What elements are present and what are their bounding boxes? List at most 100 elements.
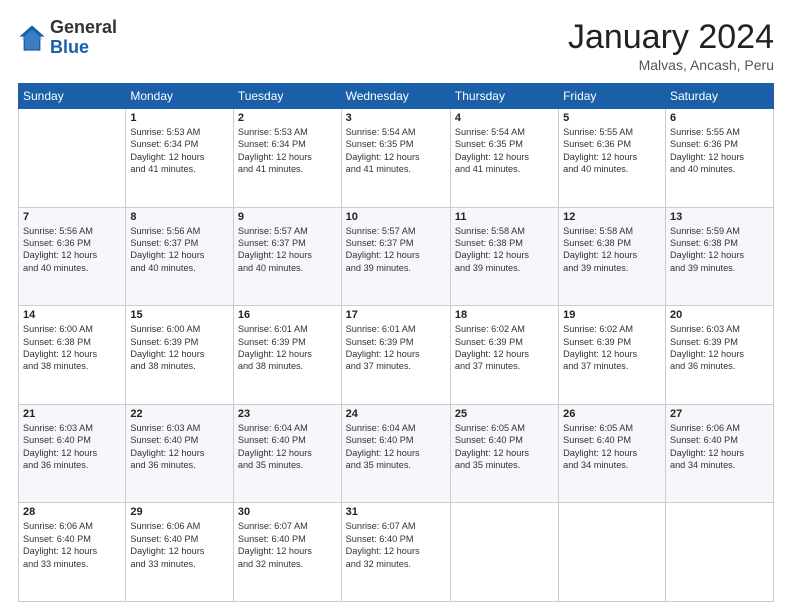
day-number: 23 [238, 408, 337, 420]
calendar-cell: 17Sunrise: 6:01 AMSunset: 6:39 PMDayligh… [341, 306, 450, 405]
day-number: 18 [455, 309, 554, 321]
logo: General Blue [18, 18, 117, 58]
day-info: Sunrise: 5:53 AMSunset: 6:34 PMDaylight:… [130, 126, 229, 176]
day-number: 5 [563, 112, 661, 124]
day-number: 12 [563, 211, 661, 223]
calendar-cell: 1 Sunrise: 5:53 AMSunset: 6:34 PMDaylight… [126, 109, 234, 208]
calendar-week-row: 7 Sunrise: 5:56 AMSunset: 6:36 PMDaylight… [19, 207, 774, 306]
col-tuesday: Tuesday [233, 84, 341, 109]
day-number: 6 [670, 112, 769, 124]
calendar-cell: 30 Sunrise: 6:07 AMSunset: 6:40 PMDayligh… [233, 503, 341, 602]
calendar-cell: 28Sunrise: 6:06 AMSunset: 6:40 PMDayligh… [19, 503, 126, 602]
day-info: Sunrise: 5:57 AMSunset: 6:37 PMDaylight:… [238, 225, 337, 275]
calendar-cell: 19 Sunrise: 6:02 AMSunset: 6:39 PMDayligh… [559, 306, 666, 405]
calendar-cell: 5 Sunrise: 5:55 AMSunset: 6:36 PMDaylight… [559, 109, 666, 208]
day-info: Sunrise: 6:00 AMSunset: 6:38 PMDaylight:… [23, 323, 121, 373]
day-number: 27 [670, 408, 769, 420]
day-info: Sunrise: 6:06 AMSunset: 6:40 PMDaylight:… [130, 520, 229, 570]
col-saturday: Saturday [665, 84, 773, 109]
calendar-cell: 31 Sunrise: 6:07 AMSunset: 6:40 PMDayligh… [341, 503, 450, 602]
calendar-cell [450, 503, 558, 602]
calendar-cell: 16 Sunrise: 6:01 AMSunset: 6:39 PMDayligh… [233, 306, 341, 405]
calendar-cell: 11Sunrise: 5:58 AMSunset: 6:38 PMDayligh… [450, 207, 558, 306]
header: General Blue January 2024 Malvas, Ancash… [18, 18, 774, 73]
day-info: Sunrise: 5:58 AMSunset: 6:38 PMDaylight:… [563, 225, 661, 275]
day-number: 1 [130, 112, 229, 124]
day-number: 31 [346, 506, 446, 518]
calendar-cell: 26Sunrise: 6:05 AMSunset: 6:40 PMDayligh… [559, 404, 666, 503]
day-info: Sunrise: 6:03 AMSunset: 6:40 PMDaylight:… [130, 422, 229, 472]
day-info: Sunrise: 6:01 AMSunset: 6:39 PMDaylight:… [346, 323, 446, 373]
day-number: 8 [130, 211, 229, 223]
day-info: Sunrise: 6:06 AMSunset: 6:40 PMDaylight:… [670, 422, 769, 472]
day-number: 7 [23, 211, 121, 223]
calendar-cell: 20 Sunrise: 6:03 AMSunset: 6:39 PMDayligh… [665, 306, 773, 405]
calendar-week-row: 1 Sunrise: 5:53 AMSunset: 6:34 PMDaylight… [19, 109, 774, 208]
day-number: 14 [23, 309, 121, 321]
day-info: Sunrise: 6:02 AMSunset: 6:39 PMDaylight:… [563, 323, 661, 373]
day-info: Sunrise: 6:04 AMSunset: 6:40 PMDaylight:… [238, 422, 337, 472]
day-info: Sunrise: 5:57 AMSunset: 6:37 PMDaylight:… [346, 225, 446, 275]
day-number: 30 [238, 506, 337, 518]
calendar-cell: 13 Sunrise: 5:59 AMSunset: 6:38 PMDayligh… [665, 207, 773, 306]
calendar-cell: 8Sunrise: 5:56 AMSunset: 6:37 PMDaylight… [126, 207, 234, 306]
day-number: 26 [563, 408, 661, 420]
logo-icon [18, 24, 46, 52]
calendar-cell [559, 503, 666, 602]
day-info: Sunrise: 6:05 AMSunset: 6:40 PMDaylight:… [455, 422, 554, 472]
calendar-week-row: 14 Sunrise: 6:00 AMSunset: 6:38 PMDayligh… [19, 306, 774, 405]
calendar-cell: 4 Sunrise: 5:54 AMSunset: 6:35 PMDaylight… [450, 109, 558, 208]
day-number: 22 [130, 408, 229, 420]
col-wednesday: Wednesday [341, 84, 450, 109]
calendar-cell: 21 Sunrise: 6:03 AMSunset: 6:40 PMDayligh… [19, 404, 126, 503]
day-info: Sunrise: 5:53 AMSunset: 6:34 PMDaylight:… [238, 126, 337, 176]
calendar-header-row: Sunday Monday Tuesday Wednesday Thursday… [19, 84, 774, 109]
day-info: Sunrise: 6:03 AMSunset: 6:39 PMDaylight:… [670, 323, 769, 373]
day-info: Sunrise: 5:54 AMSunset: 6:35 PMDaylight:… [346, 126, 446, 176]
day-info: Sunrise: 6:02 AMSunset: 6:39 PMDaylight:… [455, 323, 554, 373]
calendar-cell: 7 Sunrise: 5:56 AMSunset: 6:36 PMDaylight… [19, 207, 126, 306]
day-number: 21 [23, 408, 121, 420]
day-number: 9 [238, 211, 337, 223]
calendar-week-row: 28 Sunrise: 6:06 AMSunset: 6:40 PMDayligh… [19, 503, 774, 602]
day-info: Sunrise: 5:59 AMSunset: 6:38 PMDaylight:… [670, 225, 769, 275]
calendar-cell: 10Sunrise: 5:57 AMSunset: 6:37 PMDayligh… [341, 207, 450, 306]
calendar-cell: 3 Sunrise: 5:54 AMSunset: 6:35 PMDaylight… [341, 109, 450, 208]
day-info: Sunrise: 6:04 AMSunset: 6:40 PMDaylight:… [346, 422, 446, 472]
page: General Blue January 2024 Malvas, Ancash… [0, 0, 792, 612]
calendar-week-row: 21 Sunrise: 6:03 AMSunset: 6:40 PMDayligh… [19, 404, 774, 503]
day-info: Sunrise: 5:56 AMSunset: 6:36 PMDaylight:… [23, 225, 121, 275]
calendar-cell: 24Sunrise: 6:04 AMSunset: 6:40 PMDayligh… [341, 404, 450, 503]
day-info: Sunrise: 5:55 AMSunset: 6:36 PMDaylight:… [563, 126, 661, 176]
col-friday: Friday [559, 84, 666, 109]
day-info: Sunrise: 6:07 AMSunset: 6:40 PMDaylight:… [238, 520, 337, 570]
logo-text: General Blue [50, 18, 117, 58]
day-info: Sunrise: 6:01 AMSunset: 6:39 PMDaylight:… [238, 323, 337, 373]
day-number: 28 [23, 506, 121, 518]
calendar-table: Sunday Monday Tuesday Wednesday Thursday… [18, 83, 774, 602]
day-number: 4 [455, 112, 554, 124]
logo-blue: Blue [50, 38, 117, 58]
logo-general: General [50, 18, 117, 38]
calendar-cell: 15Sunrise: 6:00 AMSunset: 6:39 PMDayligh… [126, 306, 234, 405]
calendar-cell: 23 Sunrise: 6:04 AMSunset: 6:40 PMDayligh… [233, 404, 341, 503]
col-monday: Monday [126, 84, 234, 109]
calendar-cell [665, 503, 773, 602]
day-info: Sunrise: 6:03 AMSunset: 6:40 PMDaylight:… [23, 422, 121, 472]
calendar-cell: 18 Sunrise: 6:02 AMSunset: 6:39 PMDayligh… [450, 306, 558, 405]
day-number: 13 [670, 211, 769, 223]
day-number: 19 [563, 309, 661, 321]
day-number: 20 [670, 309, 769, 321]
day-info: Sunrise: 6:07 AMSunset: 6:40 PMDaylight:… [346, 520, 446, 570]
day-number: 16 [238, 309, 337, 321]
day-number: 3 [346, 112, 446, 124]
day-info: Sunrise: 5:54 AMSunset: 6:35 PMDaylight:… [455, 126, 554, 176]
day-info: Sunrise: 5:55 AMSunset: 6:36 PMDaylight:… [670, 126, 769, 176]
day-number: 29 [130, 506, 229, 518]
calendar-cell: 6 Sunrise: 5:55 AMSunset: 6:36 PMDaylight… [665, 109, 773, 208]
calendar-cell: 2Sunrise: 5:53 AMSunset: 6:34 PMDaylight… [233, 109, 341, 208]
calendar-cell [19, 109, 126, 208]
month-title: January 2024 [568, 18, 774, 57]
calendar-cell: 12 Sunrise: 5:58 AMSunset: 6:38 PMDayligh… [559, 207, 666, 306]
calendar-cell: 9 Sunrise: 5:57 AMSunset: 6:37 PMDaylight… [233, 207, 341, 306]
